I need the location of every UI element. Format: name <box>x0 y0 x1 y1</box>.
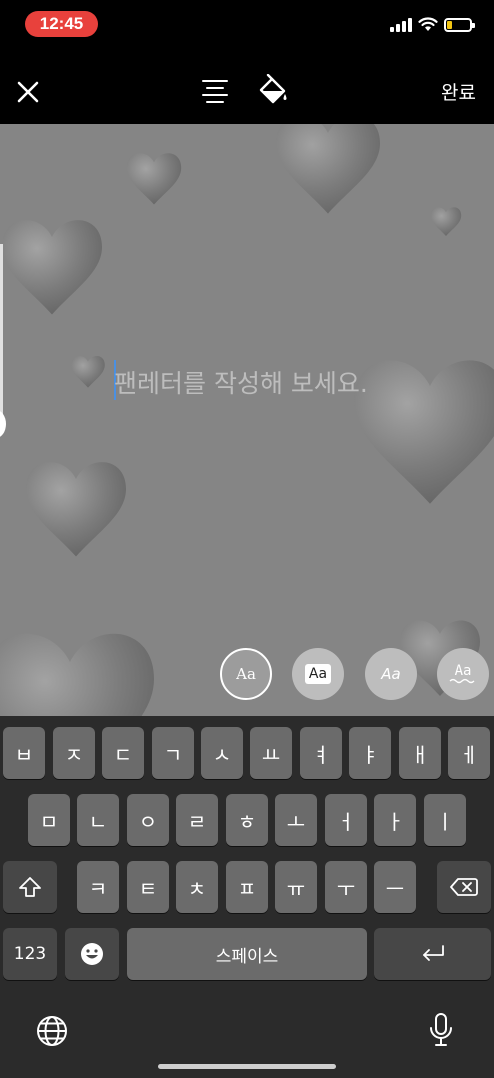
numbers-key[interactable]: 123 <box>3 928 57 980</box>
key-row2-3[interactable]: ㅇ <box>127 794 169 846</box>
font-style-option-3[interactable]: Aa <box>365 648 417 700</box>
wifi-icon <box>418 17 438 31</box>
key-row3-6[interactable]: ㅜ <box>325 861 367 913</box>
key-row3-7[interactable]: ㅡ <box>374 861 416 913</box>
backspace-icon <box>450 878 478 896</box>
key-row1-4[interactable]: ㄱ <box>152 727 194 779</box>
font-style-option-4[interactable]: Aa <box>437 648 489 700</box>
signal-icon <box>390 18 412 32</box>
return-icon <box>422 945 444 961</box>
backspace-key[interactable] <box>437 861 491 913</box>
done-button[interactable]: 완료 <box>441 78 476 105</box>
key-row1-9[interactable]: ㅐ <box>399 727 441 779</box>
key-row1-3[interactable]: ㄷ <box>102 727 144 779</box>
status-bar: 12:45 <box>0 0 494 50</box>
key-row2-6[interactable]: ㅗ <box>275 794 317 846</box>
status-time: 12:45 <box>25 11 98 37</box>
close-icon[interactable] <box>14 78 42 106</box>
key-row3-2[interactable]: ㅌ <box>127 861 169 913</box>
key-row1-10[interactable]: ㅔ <box>448 727 490 779</box>
key-row2-2[interactable]: ㄴ <box>77 794 119 846</box>
emoji-key[interactable] <box>65 928 119 980</box>
font-style-label: Aa <box>454 663 472 679</box>
key-row1-2[interactable]: ㅈ <box>53 727 95 779</box>
font-style-option-1[interactable]: Aa <box>220 648 272 700</box>
font-style-label: Aa <box>236 665 256 683</box>
text-size-slider-track[interactable] <box>0 244 3 419</box>
key-row2-4[interactable]: ㄹ <box>176 794 218 846</box>
key-row2-5[interactable]: ㅎ <box>226 794 268 846</box>
heart-pattern-background <box>0 124 494 716</box>
shift-key[interactable] <box>3 861 57 913</box>
key-row2-7[interactable]: ㅓ <box>325 794 367 846</box>
wave-underline-icon <box>449 678 475 684</box>
key-row1-6[interactable]: ㅛ <box>250 727 292 779</box>
key-row3-5[interactable]: ㅠ <box>275 861 317 913</box>
key-row2-1[interactable]: ㅁ <box>28 794 70 846</box>
globe-icon[interactable] <box>35 1014 69 1048</box>
key-row1-5[interactable]: ㅅ <box>201 727 243 779</box>
shift-icon <box>19 877 41 897</box>
key-row3-3[interactable]: ㅊ <box>176 861 218 913</box>
key-row1-8[interactable]: ㅑ <box>349 727 391 779</box>
text-align-icon[interactable] <box>200 76 230 106</box>
key-row3-4[interactable]: ㅍ <box>226 861 268 913</box>
key-row2-9[interactable]: ㅣ <box>424 794 466 846</box>
letter-canvas[interactable]: 팬레터를 작성해 보세요. Aa Aa Aa Aa <box>0 124 494 716</box>
korean-keyboard: ㅂ ㅈ ㄷ ㄱ ㅅ ㅛ ㅕ ㅑ ㅐ ㅔ ㅁ ㄴ ㅇ ㄹ ㅎ ㅗ ㅓ ㅏ ㅣ ㅋ … <box>0 716 494 1078</box>
emoji-icon <box>81 943 103 965</box>
microphone-icon[interactable] <box>428 1012 454 1048</box>
font-style-option-2[interactable]: Aa <box>292 648 344 700</box>
space-key[interactable]: 스페이스 <box>127 928 367 980</box>
home-indicator[interactable] <box>158 1064 336 1069</box>
key-row3-1[interactable]: ㅋ <box>77 861 119 913</box>
return-key[interactable] <box>374 928 491 980</box>
battery-icon <box>444 18 475 32</box>
key-row1-1[interactable]: ㅂ <box>3 727 45 779</box>
letter-placeholder[interactable]: 팬레터를 작성해 보세요. <box>114 364 368 400</box>
key-row2-8[interactable]: ㅏ <box>374 794 416 846</box>
key-row1-7[interactable]: ㅕ <box>300 727 342 779</box>
editor-toolbar: 완료 <box>0 50 494 124</box>
font-style-label: Aa <box>304 664 332 684</box>
font-style-label: Aa <box>381 665 401 683</box>
paint-bucket-icon[interactable] <box>255 74 291 110</box>
